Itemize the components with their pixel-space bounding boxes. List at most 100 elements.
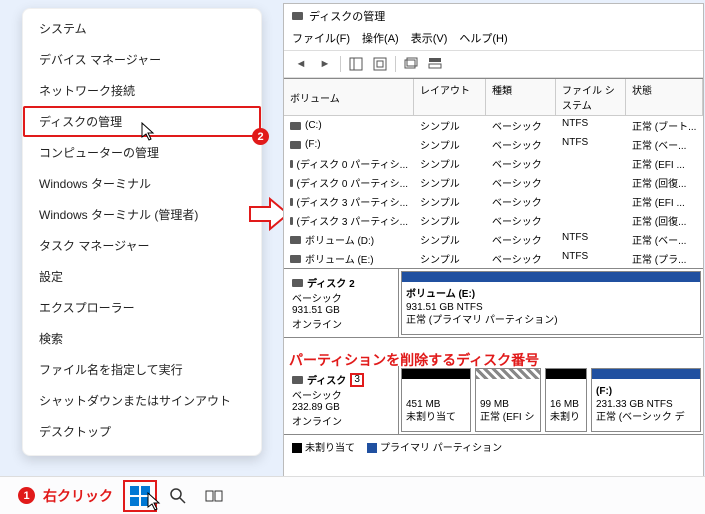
col-filesystem[interactable]: ファイル システム [556,79,626,115]
partition-bar [402,272,700,282]
legend-swatch [367,443,377,453]
annotation-disk-number: 3 [350,373,364,387]
ctx-item-explorer[interactable]: エクスプローラー [23,292,261,323]
partition-e[interactable]: ボリューム (E:) 931.51 GB NTFS 正常 (プライマリ パーティ… [401,271,701,335]
ctx-item-task-manager[interactable]: タスク マネージャー [23,230,261,261]
partition-f[interactable]: (F:)231.33 GB NTFS正常 (ベーシック デ [591,368,701,432]
menu-action[interactable]: 操作(A) [362,30,399,46]
volume-icon [290,122,301,130]
refresh-button[interactable] [371,55,389,73]
ctx-item-settings[interactable]: 設定 [23,261,261,292]
ctx-item-network[interactable]: ネットワーク接続 [23,75,261,106]
cell-filesystem [556,173,626,192]
table-row[interactable]: (ディスク 0 パーティシ...シンプルベーシック正常 (回復... [284,173,703,192]
back-button[interactable]: ◄ [292,55,310,73]
ctx-item-search[interactable]: 検索 [23,323,261,354]
cell-status: 正常 (プラ... [626,249,703,268]
volume-icon [290,141,301,149]
forward-button[interactable]: ► [316,55,334,73]
toolbar-btn-2[interactable] [402,55,420,73]
ctx-item-device-manager[interactable]: デバイス マネージャー [23,44,261,75]
col-volume[interactable]: ボリューム [284,79,414,115]
cell-volume: (ディスク 0 パーティシ... [297,175,408,190]
window-title-bar: ディスクの管理 [284,4,703,28]
partition-bar [546,369,586,379]
annotation-badge-1: 1 [18,487,35,504]
menu-file[interactable]: ファイル(F) [292,30,350,46]
ctx-item-shutdown[interactable]: シャットダウンまたはサインアウト [23,385,261,416]
partition-unallocated-2[interactable]: 16 MB未割り [545,368,587,432]
disk-icon [292,279,303,287]
disk-name-prefix: ディスク [307,372,346,387]
taskbar-search-button[interactable] [163,481,193,511]
table-row[interactable]: (C:)シンプルベーシックNTFS正常 (ブート... [284,116,703,135]
table-row[interactable]: ボリューム (D:)シンプルベーシックNTFS正常 (ベー... [284,230,703,249]
table-row[interactable]: ボリューム (E:)シンプルベーシックNTFS正常 (プラ... [284,249,703,268]
volume-icon [290,160,293,168]
disk-size: 232.89 GB [292,402,390,413]
cell-type: ベーシック [486,249,556,268]
start-button[interactable] [123,480,157,512]
disk-state: オンライン [292,316,390,331]
table-header: ボリューム レイアウト 種類 ファイル システム 状態 [284,79,703,116]
menu-help[interactable]: ヘルプ(H) [459,30,507,46]
disk-management-window: ディスクの管理 ファイル(F) 操作(A) 表示(V) ヘルプ(H) ◄ ► ボ… [283,3,704,477]
ctx-item-run[interactable]: ファイル名を指定して実行 [23,354,261,385]
cell-filesystem [556,192,626,211]
table-row[interactable]: (ディスク 3 パーティシ...シンプルベーシック正常 (EFI ... [284,192,703,211]
partition-unallocated-1[interactable]: 451 MB未割り当て [401,368,471,432]
partition-bar [592,369,700,379]
cell-layout: シンプル [414,192,486,211]
disk-icon [292,12,303,20]
col-layout[interactable]: レイアウト [414,79,486,115]
ctx-item-terminal-admin[interactable]: Windows ターミナル (管理者) [23,199,261,230]
cell-status: 正常 (回復... [626,211,703,230]
partition-status: 正常 (EFI シ [480,412,534,423]
cell-layout: シンプル [414,154,486,173]
menu-view[interactable]: 表示(V) [411,30,448,46]
legend-unallocated: 未割り当て [292,439,355,454]
volume-icon [290,236,301,244]
cell-status: 正常 (EFI ... [626,192,703,211]
cell-layout: シンプル [414,135,486,154]
cell-filesystem: NTFS [556,135,626,154]
ctx-item-label: ディスクの管理 [39,115,122,129]
partition-status: 正常 (ベーシック デ [596,412,685,423]
disk-size: 931.51 GB [292,305,390,316]
toolbar-btn-1[interactable] [347,55,365,73]
disk-row-3: ディスク 3 ベーシック 232.89 GB オンライン 451 MB未割り当て… [284,366,703,435]
cell-layout: シンプル [414,249,486,268]
table-row[interactable]: (ディスク 0 パーティシ...シンプルベーシック正常 (EFI ... [284,154,703,173]
partition-efi[interactable]: 99 MB正常 (EFI シ [475,368,541,432]
col-type[interactable]: 種類 [486,79,556,115]
disk-type: ベーシック [292,387,390,402]
cell-layout: シンプル [414,116,486,135]
disk-state: オンライン [292,413,390,428]
cell-type: ベーシック [486,116,556,135]
separator [340,56,341,72]
ctx-item-terminal[interactable]: Windows ターミナル [23,168,261,199]
ctx-item-desktop[interactable]: デスクトップ [23,416,261,447]
partition-bar [402,369,470,379]
toolbar-btn-3[interactable] [426,55,444,73]
cell-type: ベーシック [486,135,556,154]
taskbar-taskview-button[interactable] [199,481,229,511]
cell-volume: (F:) [305,139,321,150]
cell-filesystem: NTFS [556,116,626,135]
table-row[interactable]: (ディスク 3 パーティシ...シンプルベーシック正常 (回復... [284,211,703,230]
cell-filesystem: NTFS [556,249,626,268]
search-icon [169,487,187,505]
legend-primary: プライマリ パーティション [367,439,502,454]
table-row[interactable]: (F:)シンプルベーシックNTFS正常 (ベー... [284,135,703,154]
cell-volume: (ディスク 0 パーティシ... [297,156,408,171]
disk-type: ベーシック [292,290,390,305]
cell-layout: シンプル [414,211,486,230]
menu-bar: ファイル(F) 操作(A) 表示(V) ヘルプ(H) [284,28,703,51]
col-status[interactable]: 状態 [626,79,703,115]
legend-swatch [292,443,302,453]
cell-status: 正常 (ベー... [626,230,703,249]
cell-filesystem [556,211,626,230]
separator [395,56,396,72]
ctx-item-system[interactable]: システム [23,13,261,44]
partition-size: 931.51 GB NTFS [406,302,483,313]
